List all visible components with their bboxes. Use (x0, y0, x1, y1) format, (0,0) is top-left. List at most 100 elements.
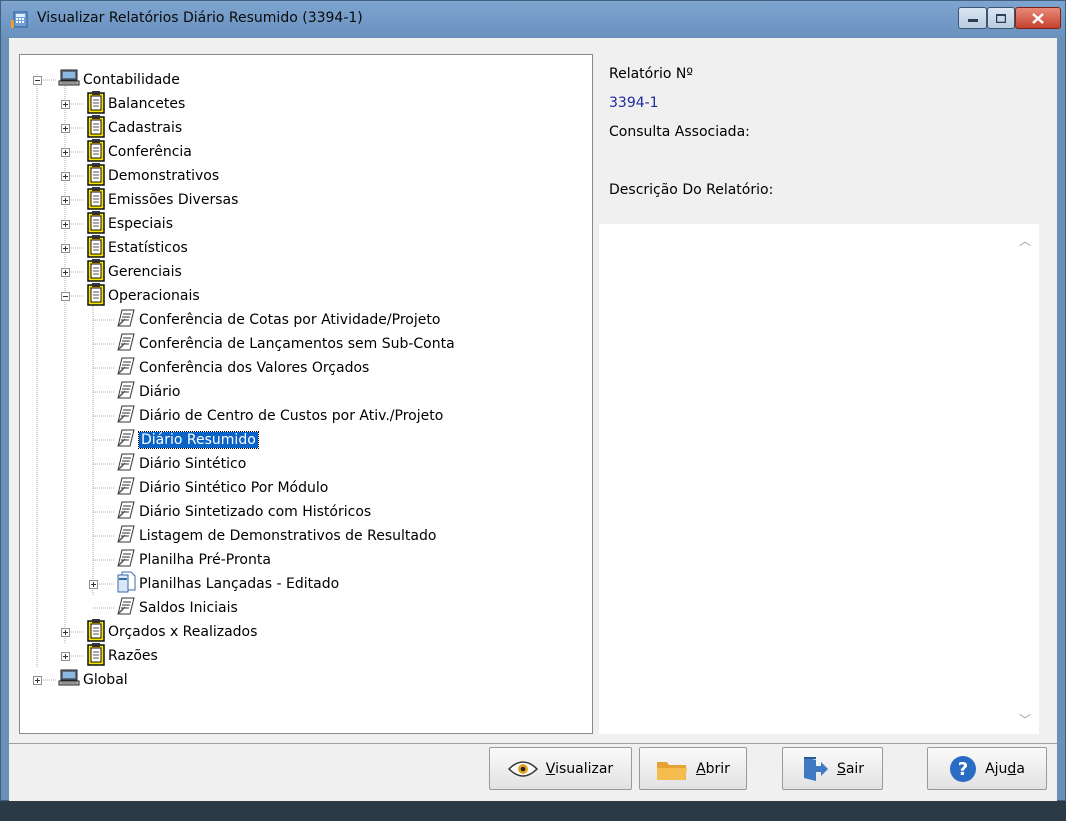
exit-button[interactable]: Sair (782, 747, 883, 790)
report-icon (116, 524, 136, 548)
associated-query-label: Consulta Associada: (609, 124, 750, 140)
report-icon (116, 428, 136, 452)
expand-toggle-icon[interactable] (61, 100, 70, 109)
exit-button-label: air (845, 760, 865, 777)
tree-node[interactable]: Diário Sintético Por Módulo (116, 476, 328, 500)
tree-node[interactable]: Conferência de Lançamentos sem Sub-Conta (116, 332, 455, 356)
maximize-icon (996, 13, 1006, 23)
tree-node-label: Demonstrativos (108, 168, 220, 184)
tree-node[interactable]: Especiais (87, 211, 173, 236)
minimize-button[interactable] (958, 7, 987, 29)
expand-toggle-icon[interactable] (89, 580, 98, 589)
report-icon (116, 356, 136, 380)
scroll-down-icon[interactable]: ﹀ (1019, 711, 1031, 728)
tree-node[interactable]: Global (58, 668, 128, 692)
tree-node[interactable]: Listagem de Demonstrativos de Resultado (116, 524, 436, 548)
report-icon (116, 548, 136, 572)
tree-node[interactable]: Operacionais (87, 282, 200, 310)
tree-node[interactable]: Diário de Centro de Custos por Ativ./Pro… (116, 404, 443, 428)
tree-node[interactable]: Gerenciais (87, 259, 182, 284)
tree-node-label: Especiais (108, 216, 173, 232)
clipboard-icon (87, 282, 105, 310)
tree-node-label-selected: Diário Resumido (138, 431, 259, 449)
tree-node-label: Orçados x Realizados (108, 624, 258, 640)
report-icon (116, 332, 136, 356)
expand-toggle-icon[interactable] (61, 220, 70, 229)
tree-node-label: Diário de Centro de Custos por Ativ./Pro… (139, 408, 444, 424)
view-button[interactable]: Visualizar (489, 747, 632, 790)
tree-node[interactable]: Diário Resumido (116, 428, 259, 452)
expand-toggle-icon[interactable] (61, 172, 70, 181)
expand-toggle-icon[interactable] (61, 652, 70, 661)
tree-node-label: Diário Sintético (139, 456, 247, 472)
tree-node-label: Diário Sintetizado com Históricos (139, 504, 372, 520)
tree-node-label: Listagem de Demonstrativos de Resultado (139, 528, 437, 544)
report-description-box[interactable]: ︿ ﹀ (599, 224, 1039, 734)
tree-node[interactable]: Contabilidade (58, 68, 180, 92)
tree-node[interactable]: Balancetes (87, 91, 186, 116)
collapse-toggle-icon[interactable] (33, 76, 42, 85)
tree-node-label: Conferência dos Valores Orçados (139, 360, 370, 376)
tree-node[interactable]: Planilha Pré-Pronta (116, 548, 271, 572)
report-number-label: Relatório Nº (609, 66, 693, 82)
expand-toggle-icon[interactable] (33, 676, 42, 685)
view-button-accel: V (545, 760, 556, 777)
tree-node[interactable]: Estatísticos (87, 235, 188, 260)
open-button-label: brir (705, 760, 730, 777)
tree-node[interactable]: Diário (116, 380, 180, 404)
help-button-label-end: a (1016, 760, 1025, 777)
tree-node[interactable]: Conferência dos Valores Orçados (116, 356, 369, 380)
exit-button-accel: S (836, 760, 846, 777)
report-icon (116, 596, 136, 620)
tree-node[interactable]: Razões (87, 643, 158, 668)
tree-node-label: Gerenciais (108, 264, 182, 280)
expand-toggle-icon[interactable] (61, 148, 70, 157)
tree-node-label: Cadastrais (108, 120, 183, 136)
tree-node[interactable]: Cadastrais (87, 115, 183, 140)
computer-icon (58, 669, 80, 691)
tree-node[interactable]: Demonstrativos (87, 163, 220, 188)
tree-node[interactable]: Diário Sintético (116, 452, 246, 476)
expand-toggle-icon[interactable] (61, 244, 70, 253)
expand-toggle-icon[interactable] (61, 628, 70, 637)
collapse-toggle-icon[interactable] (61, 292, 70, 301)
tree-node[interactable]: Conferência (87, 139, 192, 164)
tree-node[interactable]: Conferência de Cotas por Atividade/Proje… (116, 308, 440, 332)
tree-node[interactable]: Saldos Iniciais (116, 596, 238, 620)
tree-node-label: Estatísticos (108, 240, 188, 256)
tree-node-label: Diário Sintético Por Módulo (139, 480, 329, 496)
tree-node-label: Balancetes (108, 96, 186, 112)
open-button[interactable]: Abrir (639, 747, 747, 790)
tree-node-label: Conferência de Cotas por Atividade/Proje… (139, 312, 441, 328)
report-tree[interactable]: Contabilidade Balancetes Cadastrais Conferê… (19, 54, 593, 734)
tree-node[interactable]: Emissões Diversas (87, 187, 238, 212)
close-button[interactable] (1015, 7, 1061, 29)
scroll-up-icon[interactable]: ︿ (1019, 232, 1031, 249)
divider (9, 743, 1057, 744)
expand-toggle-icon[interactable] (61, 196, 70, 205)
app-icon (11, 11, 28, 28)
computer-icon (58, 69, 80, 91)
tree-node-label: Planilhas Lançadas - Editado (139, 576, 340, 592)
report-viewer-window: Visualizar Relatórios Diário Resumido (3… (0, 0, 1066, 802)
tree-node[interactable]: Diário Sintetizado com Históricos (116, 500, 371, 524)
document-icon (116, 571, 136, 597)
exit-door-icon (803, 756, 828, 781)
tree-node-label: Saldos Iniciais (139, 600, 238, 616)
tree-node-label: Diário (139, 384, 181, 400)
expand-toggle-icon[interactable] (61, 268, 70, 277)
help-button-accel: d (1007, 760, 1017, 777)
tree-node-label: Global (83, 672, 128, 688)
report-description-label: Descrição Do Relatório: (609, 182, 774, 198)
details-panel: Relatório Nº 3394-1 Consulta Associada: … (599, 54, 1047, 734)
tree-node[interactable]: Orçados x Realizados (87, 619, 258, 644)
eye-icon (507, 760, 538, 777)
maximize-button[interactable] (987, 7, 1015, 29)
expand-toggle-icon[interactable] (61, 124, 70, 133)
help-button-label: Aju (985, 760, 1008, 777)
help-button[interactable]: ? Ajuda (927, 747, 1047, 790)
tree-node[interactable]: Planilhas Lançadas - Editado (116, 571, 340, 597)
svg-text:?: ? (958, 759, 968, 780)
title-bar[interactable]: Visualizar Relatórios Diário Resumido (3… (1, 1, 1065, 37)
view-button-label: isualizar (555, 760, 614, 777)
